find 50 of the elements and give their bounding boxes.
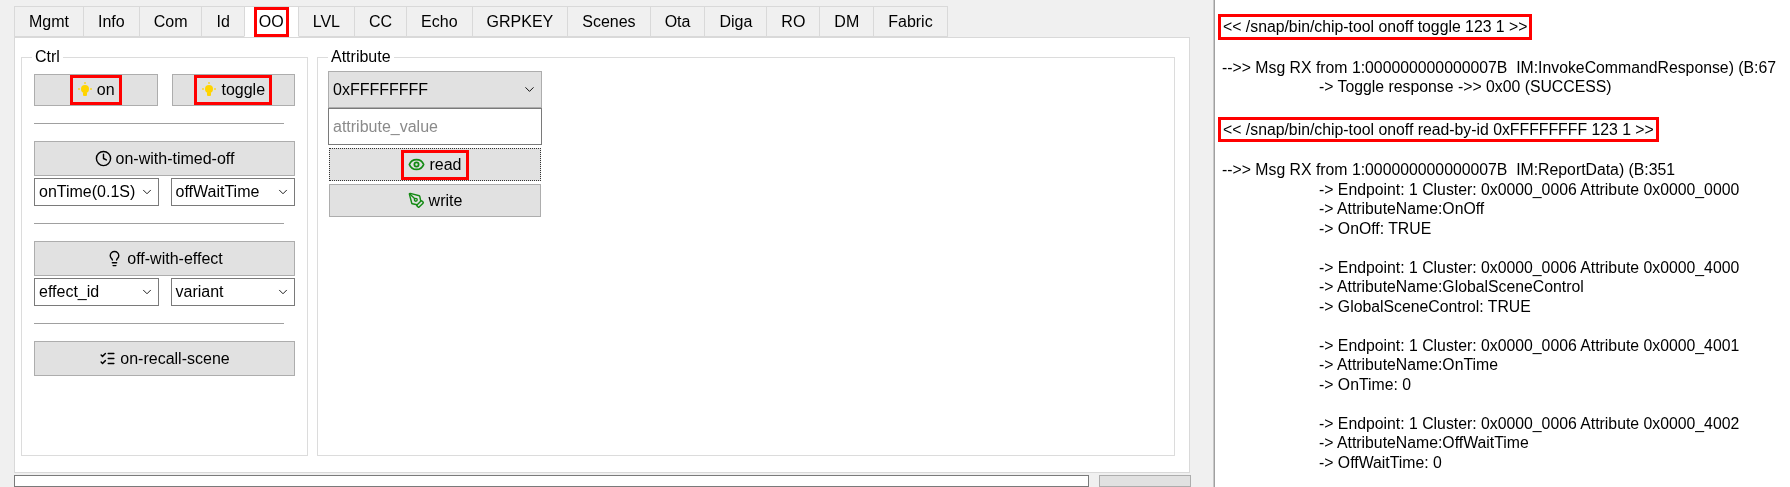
clock-icon: [94, 150, 112, 167]
log-detail: -> Toggle response ->> 0x00 (SUCCESS): [1319, 77, 1613, 97]
log-detail: -> Endpoint: 1 Cluster: 0x0000_0006 Attribute 0x0000_4002: [1319, 413, 1741, 433]
log-detail: -> GlobalSceneControl: TRUE: [1319, 296, 1532, 316]
tab[interactable]: Fabric: [873, 6, 948, 37]
log-detail: -> AttributeName:OnOff: [1319, 199, 1486, 219]
tab[interactable]: Id: [201, 6, 245, 37]
attribute-value-field[interactable]: attribute_value: [328, 108, 542, 145]
dropdown[interactable]: effect_id: [34, 278, 159, 306]
checklist-icon: [99, 350, 117, 367]
tab[interactable]: DM: [819, 6, 875, 37]
tab[interactable]: Echo: [406, 6, 473, 37]
log-detail: -> AttributeName:OffWaitTime: [1319, 433, 1530, 453]
command-button[interactable]: on-with-timed-off: [34, 141, 295, 176]
log-detail: -> Endpoint: 1 Cluster: 0x0000_0006 Attribute 0x0000_4001: [1319, 335, 1741, 355]
dropdown[interactable]: offWaitTime: [170, 178, 295, 206]
log-message: -->> Msg RX from 1:000000000000007B IM:InvokeCommandResponse) (B:67: [1221, 57, 1778, 77]
command-button[interactable]: off-with-effect: [34, 241, 295, 276]
side-button[interactable]: [1099, 475, 1191, 487]
tab[interactable]: LVL: [297, 6, 355, 37]
log-detail: -> AttributeName:OnTime: [1319, 355, 1499, 375]
tab[interactable]: Diga: [704, 6, 768, 37]
log-detail: -> OnOff: TRUE: [1319, 218, 1433, 238]
log-message: -->> Msg RX from 1:000000000000007B IM:ReportData) (B:351: [1221, 160, 1677, 180]
tab[interactable]: Info: [83, 6, 140, 37]
log-detail: -> OffWaitTime: 0: [1319, 452, 1443, 472]
command-button[interactable]: write: [329, 184, 541, 217]
command-button[interactable]: toggle: [171, 74, 295, 106]
tab[interactable]: Scenes: [567, 6, 651, 37]
log-detail: -> AttributeName:GlobalSceneControl: [1319, 277, 1585, 297]
command-button[interactable]: on: [34, 74, 158, 106]
tab[interactable]: Ota: [649, 6, 706, 37]
dropdown[interactable]: 0xFFFFFFFF: [328, 71, 542, 108]
tab[interactable]: RO: [766, 6, 821, 37]
log-detail: -> Endpoint: 1 Cluster: 0x0000_0006 Attribute 0x0000_4000: [1319, 257, 1741, 277]
log-detail: -> OnTime: 0: [1319, 374, 1413, 394]
dropdown[interactable]: variant: [170, 278, 295, 306]
command-button[interactable]: read: [329, 148, 541, 181]
command-button[interactable]: on-recall-scene: [34, 341, 295, 376]
lightbulb-icon: [201, 82, 218, 98]
dropdown[interactable]: onTime(0.1S): [34, 178, 159, 206]
pen-icon: [407, 192, 425, 209]
eye-icon: [408, 156, 426, 173]
tab[interactable]: OO: [243, 6, 299, 37]
lightbulb-icon: [76, 82, 93, 98]
tab[interactable]: Mgmt: [14, 6, 84, 37]
tab[interactable]: CC: [354, 6, 408, 37]
tab[interactable]: Com: [138, 6, 203, 37]
log-detail: -> Endpoint: 1 Cluster: 0x0000_0006 Attribute 0x0000_0000: [1319, 179, 1741, 199]
tab[interactable]: GRPKEY: [471, 6, 569, 37]
